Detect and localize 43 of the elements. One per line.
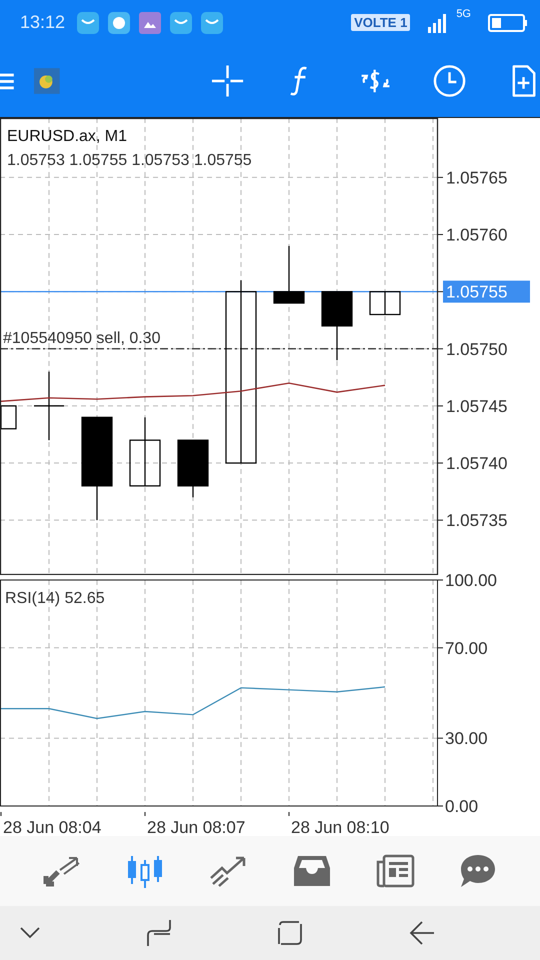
app-logo-icon[interactable] <box>34 67 60 95</box>
y-tick-label: 1.05755 <box>446 282 508 302</box>
inbox-icon <box>292 854 332 888</box>
menu-icon[interactable] <box>0 71 14 91</box>
candle <box>177 440 209 498</box>
image-icon <box>138 10 162 34</box>
price-axis-label: 1.05745 <box>446 396 508 416</box>
chevron-down-icon[interactable] <box>20 927 40 939</box>
two-way-arrow-icon <box>42 854 82 888</box>
candle <box>0 405 17 430</box>
network-type: 5G <box>456 8 471 20</box>
rsi-axis-label: 70.00 <box>445 638 488 658</box>
rsi-axis-label: 30.00 <box>445 729 488 748</box>
symbol-title: EURUSD.ax, M1 <box>7 128 128 145</box>
rsi-axis-label: 0.00 <box>445 797 478 816</box>
time-axis-label: 28 Jun 08:10 <box>291 818 390 836</box>
battery-icon <box>488 14 528 32</box>
price-axis-label: 1.05760 <box>446 226 508 245</box>
clock-time: 13:12 <box>20 12 66 33</box>
rsi-axis-label: 100.00 <box>445 571 497 590</box>
newspaper-icon <box>374 854 415 888</box>
home-icon[interactable] <box>277 920 304 946</box>
price-axis-label: 1.05750 <box>446 340 508 359</box>
clock-icon[interactable] <box>432 64 466 98</box>
ohlc-values: 1.05753 1.05755 1.05753 1.05755 <box>7 152 252 169</box>
candle <box>34 372 64 440</box>
candle <box>369 291 401 316</box>
indicator-title: RSI(14) 52.65 <box>5 590 105 607</box>
price-axis-label: 1.05740 <box>446 454 508 474</box>
recent-apps-icon[interactable] <box>146 919 172 947</box>
candle <box>129 417 161 486</box>
time-axis-label: 28 Jun 08:07 <box>147 818 246 836</box>
current-price-tag: 1.05755 <box>443 280 530 303</box>
candle <box>273 246 305 304</box>
volte-badge: VOLTE 1 <box>351 14 410 31</box>
price-axis-label: 1.05735 <box>446 511 508 530</box>
trend-arrow-icon <box>208 854 248 888</box>
price-axis-label: 1.05765 <box>446 168 508 188</box>
crosshair-icon[interactable] <box>210 64 244 98</box>
order-label: #105540950 sell, 0.30 <box>3 330 160 347</box>
back-icon[interactable] <box>408 920 435 946</box>
time-axis-label: 28 Jun 08:04 <box>3 818 102 836</box>
candle <box>321 291 353 360</box>
